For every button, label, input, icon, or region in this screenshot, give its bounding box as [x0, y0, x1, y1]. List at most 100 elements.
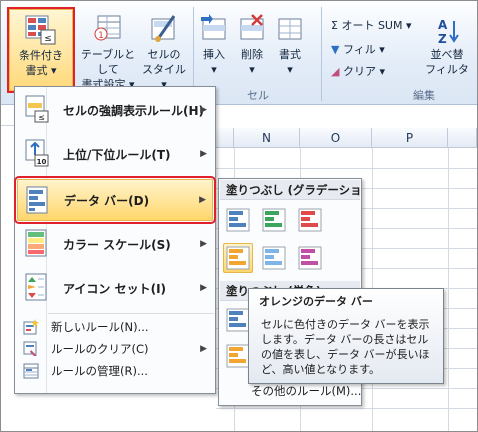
cell-styles-button[interactable]: セルの スタイル ▾ — [139, 13, 189, 92]
delete-label-1: 削除 — [241, 48, 263, 61]
gradient-light-blue-data-bar[interactable] — [259, 243, 289, 273]
gradient-green-data-bar[interactable] — [259, 205, 289, 235]
green-data-bar-icon — [262, 208, 286, 232]
grid-line — [216, 408, 477, 409]
menu-item-data-bars[interactable]: データ バー(D) ▶ — [14, 176, 216, 224]
icon-sets-icon — [25, 273, 47, 301]
menu-item-label: 新しいルール(N)... — [51, 320, 149, 334]
solid-orange-data-bar-icon — [226, 344, 250, 368]
tooltip-title: オレンジのデータ バー — [259, 295, 373, 308]
conditional-formatting-button[interactable]: ≤ 条件付き 書式 ▾ — [7, 7, 75, 93]
sort-filter-label-2: フィルタ — [425, 63, 469, 76]
insert-cells-icon — [201, 14, 226, 40]
column-header-o[interactable]: O — [300, 128, 372, 148]
svg-text:A: A — [438, 18, 448, 32]
menu-item-icon-sets[interactable]: アイコン セット(I) ▶ — [17, 267, 213, 309]
gradient-blue-data-bar[interactable] — [223, 205, 253, 235]
column-header-p[interactable]: P — [372, 128, 448, 148]
purple-data-bar-icon — [298, 246, 322, 270]
delete-label-2: ▾ — [249, 63, 255, 76]
svg-text:≤: ≤ — [44, 34, 52, 44]
menu-item-label: データ バー(D) — [64, 193, 150, 208]
top-bottom-rules-icon: 10 — [25, 139, 49, 167]
fill-icon: ▼ — [331, 43, 340, 56]
gradient-purple-data-bar[interactable] — [295, 243, 325, 273]
sort-filter-icon: A Z — [438, 18, 459, 45]
svg-text:Z: Z — [438, 32, 447, 45]
format-cells-icon — [278, 18, 302, 40]
format-label-2: ▾ — [287, 63, 293, 76]
cell-styles-label-1: セルの — [147, 48, 181, 61]
svg-text:1: 1 — [98, 31, 104, 41]
manage-rules-icon — [23, 363, 39, 379]
menu-separator — [48, 313, 214, 314]
clear-label: クリア ▾ — [342, 65, 385, 78]
menu-item-manage-rules[interactable]: ルールの管理(R)... — [17, 361, 213, 381]
highlight-rules-icon: ≤ — [25, 95, 49, 123]
red-data-bar-icon — [298, 208, 322, 232]
clear-button[interactable]: ◢ クリア ▾ — [331, 63, 385, 79]
submenu-arrow-icon: ▶ — [200, 344, 207, 354]
orange-data-bar-tooltip: オレンジのデータ バー セルに色付きのデータ バーを表示します。データ バーの長… — [248, 288, 444, 384]
grid-line — [216, 168, 477, 169]
conditional-formatting-menu: ≤ セルの強調表示ルール(H) ▶ 10 上位/下位ルール(T) ▶ データ バ… — [14, 86, 216, 394]
cell-styles-icon — [151, 15, 176, 42]
gradient-red-data-bar[interactable] — [295, 205, 325, 235]
delete-cells-icon — [240, 14, 264, 40]
menu-item-label: セルの強調表示ルール(H) — [63, 103, 205, 118]
gradient-orange-data-bar[interactable] — [223, 243, 253, 273]
format-label-1: 書式 — [279, 48, 301, 61]
submenu-arrow-icon: ▶ — [200, 105, 207, 115]
conditional-formatting-label-2: 書式 ▾ — [25, 64, 57, 77]
insert-label-2: ▾ — [211, 63, 217, 76]
submenu-arrow-icon: ▶ — [200, 239, 207, 249]
conditional-formatting-label-1: 条件付き — [19, 49, 63, 62]
light-blue-data-bar-icon — [262, 246, 286, 270]
color-scales-icon — [25, 229, 47, 257]
svg-text:≤: ≤ — [38, 113, 45, 122]
clear-rules-icon — [23, 341, 37, 356]
column-header-m[interactable] — [216, 128, 234, 148]
eraser-icon: ◢ — [331, 65, 340, 78]
submenu-arrow-icon: ▶ — [200, 149, 207, 159]
column-header-n[interactable]: N — [234, 128, 300, 148]
insert-label-1: 挿入 — [203, 48, 225, 61]
menu-item-label: ルールのクリア(C) — [51, 342, 149, 356]
new-rule-icon — [23, 319, 39, 335]
column-header-q[interactable] — [448, 128, 477, 148]
more-rules-menu-item[interactable]: その他のルール(M)... — [251, 383, 361, 399]
format-as-table-button[interactable]: 1 テーブルとして 書式設定 ▾ — [77, 13, 139, 92]
gradient-fill-header: 塗りつぶし (グラデーション) — [220, 180, 360, 200]
ribbon-separator — [321, 7, 322, 101]
submenu-arrow-icon: ▶ — [200, 283, 207, 293]
menu-item-label: カラー スケール(S) — [63, 237, 171, 252]
menu-item-highlight-rules[interactable]: ≤ セルの強調表示ルール(H) ▶ — [17, 89, 213, 131]
format-as-table-label-1: テーブルとして — [80, 48, 136, 76]
solid-blue-data-bar-icon — [226, 308, 250, 332]
menu-item-label: アイコン セット(I) — [63, 281, 167, 296]
blue-data-bar-icon — [226, 208, 250, 232]
conditional-formatting-icon: ≤ — [25, 15, 56, 45]
menu-item-clear-rules[interactable]: ルールのクリア(C) ▶ — [17, 339, 213, 359]
menu-item-label: ルールの管理(R)... — [51, 364, 148, 378]
cells-group-label: セル — [247, 89, 269, 102]
sort-filter-label-1: 並べ替 — [430, 48, 464, 61]
menu-item-label: 上位/下位ルール(T) — [63, 147, 171, 162]
autosum-button[interactable]: Σ オート SUM ▾ — [331, 17, 412, 33]
fill-button[interactable]: ▼ フィル ▾ — [331, 41, 385, 57]
editing-group-label: 編集 — [413, 89, 435, 102]
delete-cells-button[interactable]: 削除 ▾ — [235, 13, 269, 77]
svg-text:10: 10 — [37, 158, 47, 166]
data-bars-icon — [26, 186, 48, 214]
menu-item-color-scales[interactable]: カラー スケール(S) ▶ — [17, 223, 213, 265]
fill-label: フィル ▾ — [342, 43, 385, 56]
menu-item-top-bottom-rules[interactable]: 10 上位/下位ルール(T) ▶ — [17, 133, 213, 175]
submenu-arrow-icon: ▶ — [199, 195, 206, 205]
format-as-table-icon: 1 — [94, 15, 121, 41]
sort-filter-button[interactable]: A Z 並べ替 フィルタ — [417, 17, 477, 77]
format-cells-button[interactable]: 書式 ▾ — [273, 13, 307, 77]
orange-data-bar-icon — [226, 246, 250, 270]
menu-item-new-rule[interactable]: 新しいルール(N)... — [17, 317, 213, 337]
tooltip-body: セルに色付きのデータ バーを表示します。データ バーの長さはセルの値を表し、デー… — [261, 318, 430, 376]
insert-cells-button[interactable]: 挿入 ▾ — [197, 13, 231, 77]
